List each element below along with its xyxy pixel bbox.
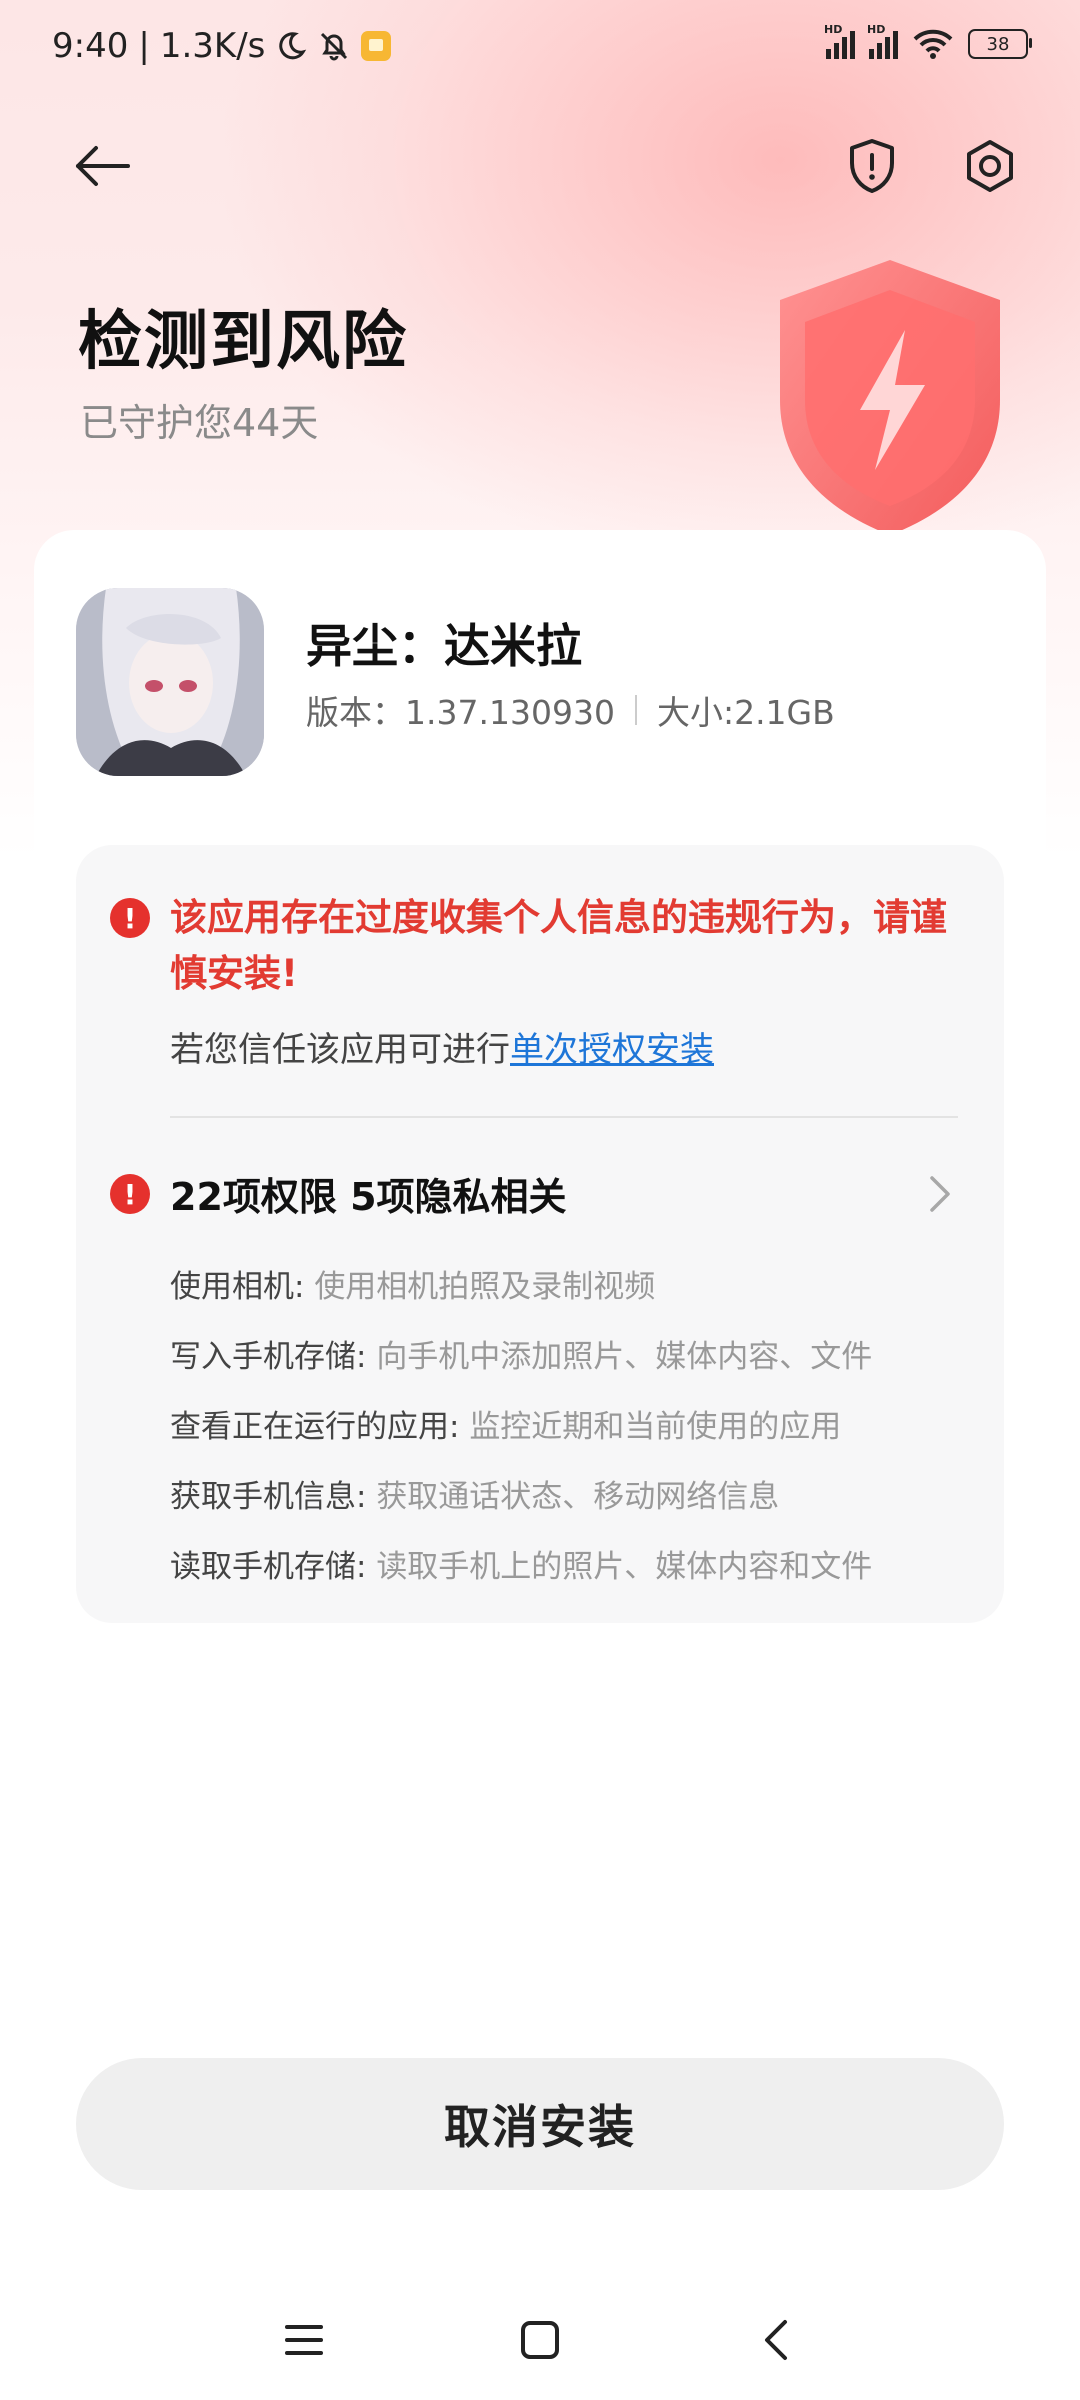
app-artwork-icon (76, 588, 264, 776)
status-left: 9:40 | 1.3K/s (52, 26, 392, 66)
alert-icon: ! (110, 898, 150, 938)
status-separator: | (138, 26, 150, 66)
permission-desc: 使用相机拍照及录制视频 (314, 1269, 656, 1305)
system-back-button[interactable] (746, 2310, 806, 2370)
permission-desc: 获取通话状态、移动网络信息 (376, 1479, 780, 1515)
status-bar: 9:40 | 1.3K/s HD HD 38 (0, 0, 1080, 100)
security-button[interactable] (832, 126, 912, 206)
permission-item: 获取手机信息: 获取通话状态、移动网络信息 (170, 1462, 872, 1532)
wifi-icon (913, 29, 953, 59)
section-divider (170, 1116, 958, 1118)
permission-item: 写入手机存储: 向手机中添加照片、媒体内容、文件 (170, 1322, 872, 1392)
status-time: 9:40 (52, 26, 129, 66)
bell-off-icon (321, 32, 348, 61)
app-meta: 版本：1.37.130930 大小:2.1GB (306, 686, 835, 734)
trust-install-line: 若您信任该应用可进行单次授权安装 (170, 1022, 714, 1071)
chevron-right-icon[interactable] (918, 1172, 962, 1216)
back-button[interactable] (62, 126, 142, 206)
permission-item: 使用相机: 使用相机拍照及录制视频 (170, 1252, 872, 1322)
permissions-summary[interactable]: 22项权限 5项隐私相关 (170, 1166, 567, 1221)
trust-install-prefix: 若您信任该应用可进行 (170, 1030, 510, 1070)
settings-icon (967, 140, 1013, 192)
risk-warning-message: 该应用存在过度收集个人信息的违规行为，请谨慎安装! (170, 896, 947, 995)
back-arrow-icon (76, 146, 130, 186)
app-name: 异尘：达米拉 (306, 619, 582, 673)
permission-desc: 读取手机上的照片、媒体内容和文件 (376, 1549, 873, 1585)
permission-list: 使用相机: 使用相机拍照及录制视频 写入手机存储: 向手机中添加照片、媒体内容、… (170, 1252, 872, 1602)
permission-desc: 向手机中添加照片、媒体内容、文件 (376, 1339, 873, 1375)
nav-back-icon (765, 2320, 787, 2360)
permission-alert-icon: ! (110, 1174, 150, 1214)
app-icon (76, 588, 264, 776)
permission-name: 获取手机信息: (170, 1479, 367, 1515)
navigation-bar (0, 2300, 1080, 2380)
protection-days: 已守护您44天 (80, 401, 319, 445)
shield-alert-icon (850, 139, 894, 193)
permission-name: 读取手机存储: (170, 1549, 367, 1585)
permission-name: 查看正在运行的应用: (170, 1409, 460, 1445)
moon-icon (279, 32, 307, 60)
permission-item: 读取手机存储: 读取手机上的照片、媒体内容和文件 (170, 1532, 872, 1602)
permission-item: 查看正在运行的应用: 监控近期和当前使用的应用 (170, 1392, 872, 1462)
cancel-install-button[interactable]: 取消安装 (76, 2058, 1004, 2190)
single-authorization-install-link[interactable]: 单次授权安装 (510, 1030, 714, 1070)
signal-icon: HD (824, 23, 855, 59)
settings-button[interactable] (950, 126, 1030, 206)
meta-divider (634, 695, 637, 725)
menu-icon (285, 2325, 323, 2355)
home-icon (521, 2321, 559, 2359)
permission-name: 使用相机: (170, 1269, 305, 1305)
status-right: HD HD 38 (824, 23, 1032, 60)
app-size: 大小:2.1GB (656, 693, 835, 732)
status-net-speed: 1.3K/s (159, 26, 266, 66)
app-version: 版本：1.37.130930 (306, 693, 615, 732)
notification-app-icon (361, 31, 392, 61)
recent-apps-button[interactable] (274, 2310, 334, 2370)
home-button[interactable] (510, 2310, 570, 2370)
risk-shield-illustration-icon (780, 260, 1000, 535)
page-title: 检测到风险 (78, 305, 408, 379)
signal-icon-2: HD (867, 23, 898, 59)
permission-desc: 监控近期和当前使用的应用 (469, 1409, 842, 1445)
permission-name: 写入手机存储: (170, 1339, 367, 1375)
battery-indicator: 38 (968, 29, 1032, 59)
